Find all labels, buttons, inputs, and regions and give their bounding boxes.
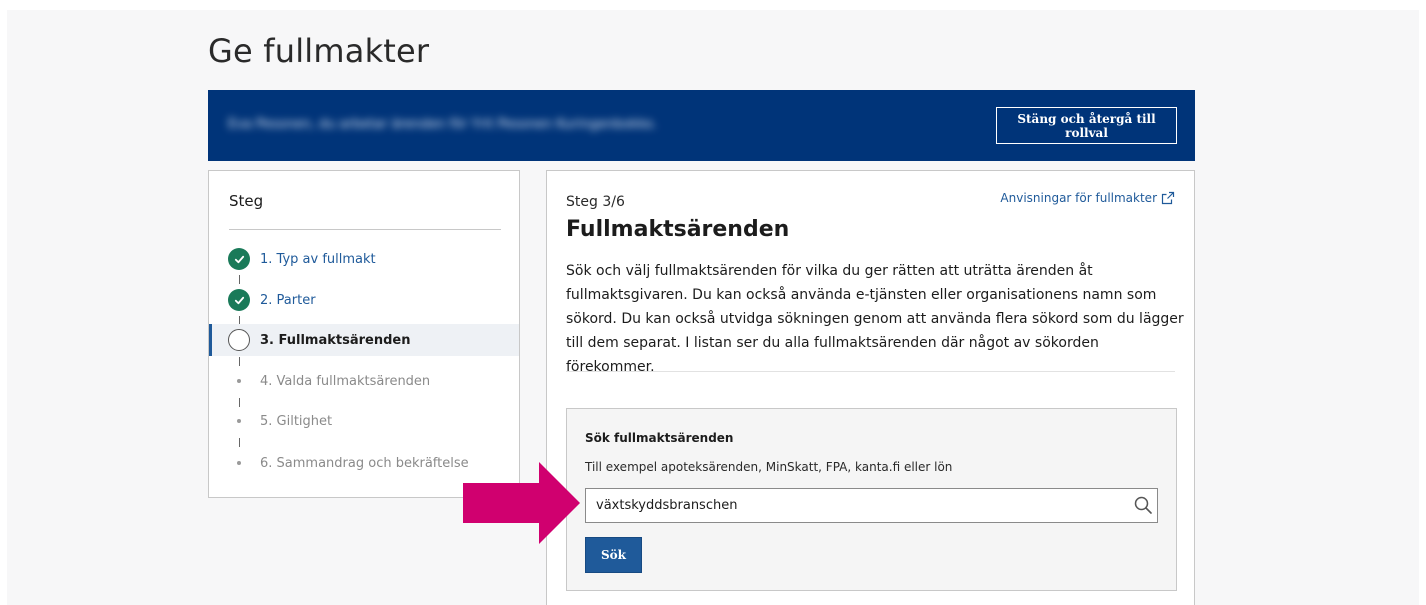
divider (566, 371, 1175, 372)
pending-dot-icon (228, 410, 250, 432)
step-connector (239, 438, 240, 447)
step-label: 5. Giltighet (260, 413, 333, 429)
step-parties[interactable]: 2. Parter (209, 284, 519, 316)
step-label: 2. Parter (260, 292, 316, 308)
search-icon[interactable] (1134, 496, 1152, 514)
step-label: 6. Sammandrag och bekräftelse (260, 455, 469, 471)
guidance-link-label: Anvisningar för fullmakter (1000, 191, 1157, 205)
step-mandate-matters: 3. Fullmaktsärenden (209, 324, 519, 356)
main-description: Sök och välj fullmaktsärenden för vilka … (566, 263, 1184, 375)
check-icon (228, 248, 250, 270)
step-validity: 5. Giltighet (209, 405, 519, 437)
arrow-right-icon (463, 462, 580, 544)
check-icon (228, 289, 250, 311)
search-hint: Till exempel apoteksärenden, MinSkatt, F… (585, 460, 953, 474)
page-title: Ge fullmakter (208, 32, 430, 70)
main-heading: Fullmaktsärenden (566, 217, 790, 242)
step-label: 3. Fullmaktsärenden (260, 332, 411, 348)
role-banner: Eva Pesonen, du arbetar ärenden för Yrit… (208, 90, 1195, 161)
guidance-link[interactable]: Anvisningar för fullmakter (1000, 191, 1175, 205)
main-panel: Steg 3/6 Anvisningar för fullmakter Full… (546, 170, 1195, 605)
step-label: 4. Valda fullmaktsärenden (260, 373, 431, 389)
steps-divider (229, 229, 501, 230)
search-label: Sök fullmaktsärenden (585, 431, 734, 445)
steps-title: Steg (229, 192, 264, 210)
current-step-icon (228, 329, 250, 351)
pending-dot-icon (228, 452, 250, 474)
step-selected-matters: 4. Valda fullmaktsärenden (209, 365, 519, 397)
step-label: 1. Typ av fullmakt (260, 251, 376, 267)
close-and-return-button[interactable]: Stäng och återgå till rollval (996, 107, 1177, 144)
banner-user-info: Eva Pesonen, du arbetar ärenden för Yrit… (228, 117, 657, 132)
search-button[interactable]: Sök (585, 537, 642, 573)
pending-dot-icon (228, 370, 250, 392)
step-counter: Steg 3/6 (566, 194, 625, 210)
step-type-of-mandate[interactable]: 1. Typ av fullmakt (209, 243, 519, 275)
search-input[interactable] (585, 488, 1158, 523)
step-connector (239, 275, 240, 284)
external-link-icon (1161, 191, 1175, 205)
search-section: Sök fullmaktsärenden Till exempel apotek… (566, 408, 1177, 591)
steps-panel: Steg 1. Typ av fullmakt 2. Parter 3. Ful… (208, 170, 520, 498)
